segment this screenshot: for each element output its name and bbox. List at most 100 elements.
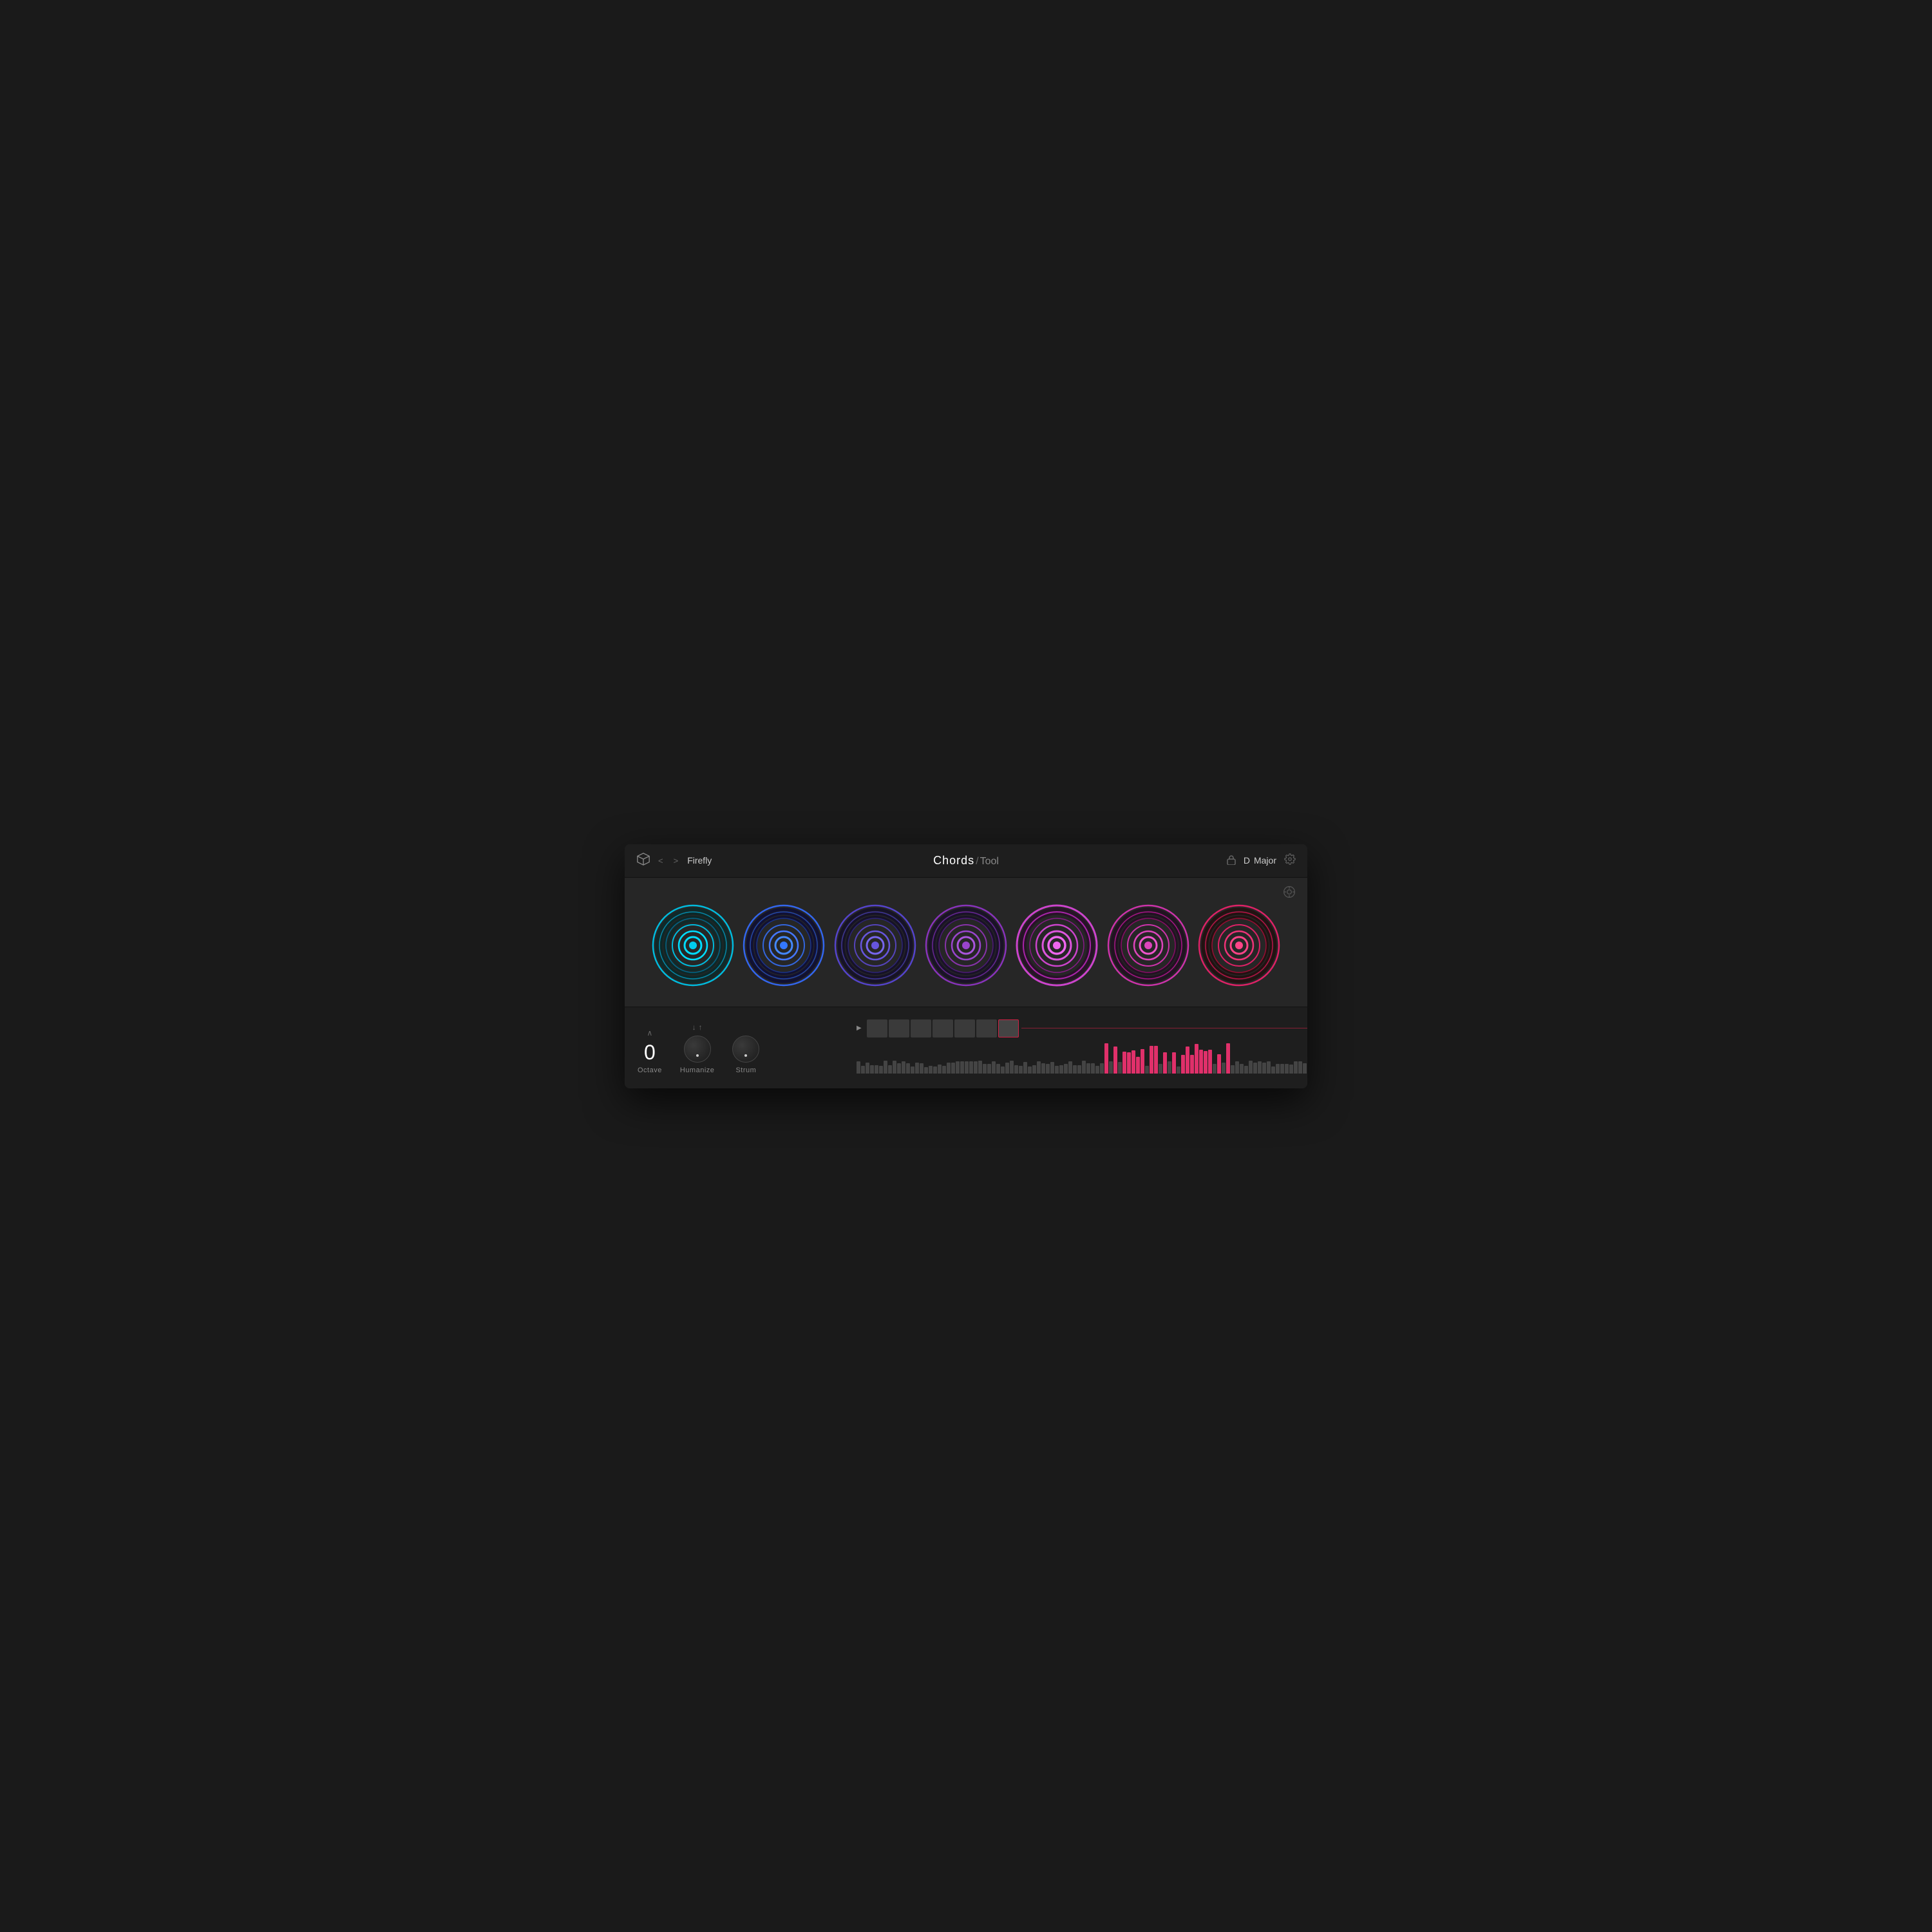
- seq-block-3[interactable]: [911, 1019, 931, 1037]
- piano-bar-12[interactable]: [911, 1066, 914, 1073]
- seq-block-4[interactable]: [933, 1019, 953, 1037]
- piano-bar-44[interactable]: [1055, 1066, 1059, 1073]
- piano-bar-67[interactable]: [1159, 1064, 1162, 1073]
- cube-icon[interactable]: [636, 852, 650, 869]
- piano-bar-35[interactable]: [1014, 1065, 1018, 1074]
- piano-bar-71[interactable]: [1177, 1066, 1180, 1073]
- piano-bar-27[interactable]: [978, 1061, 982, 1073]
- piano-bar-81[interactable]: [1222, 1063, 1226, 1073]
- piano-bar-59[interactable]: [1122, 1052, 1126, 1073]
- piano-bar-62[interactable]: [1136, 1057, 1140, 1074]
- target-icon[interactable]: [1283, 886, 1296, 902]
- piano-bar-53[interactable]: [1095, 1066, 1099, 1073]
- lock-icon[interactable]: [1227, 855, 1236, 867]
- piano-bar-38[interactable]: [1028, 1066, 1032, 1073]
- piano-bar-32[interactable]: [1001, 1066, 1005, 1073]
- piano-bar-29[interactable]: [987, 1064, 991, 1074]
- piano-bar-90[interactable]: [1262, 1063, 1266, 1073]
- piano-bar-49[interactable]: [1077, 1065, 1081, 1074]
- piano-bar-14[interactable]: [920, 1063, 923, 1074]
- piano-bar-30[interactable]: [992, 1061, 996, 1074]
- piano-bar-74[interactable]: [1190, 1055, 1194, 1074]
- piano-bar-47[interactable]: [1068, 1061, 1072, 1074]
- piano-bar-26[interactable]: [974, 1061, 978, 1073]
- piano-bar-76[interactable]: [1199, 1050, 1203, 1074]
- piano-bar-83[interactable]: [1231, 1065, 1235, 1073]
- piano-bar-39[interactable]: [1032, 1065, 1036, 1073]
- piano-bar-43[interactable]: [1050, 1062, 1054, 1073]
- piano-bar-84[interactable]: [1235, 1061, 1239, 1073]
- piano-bar-23[interactable]: [960, 1061, 964, 1074]
- piano-bar-21[interactable]: [951, 1063, 955, 1073]
- piano-bar-11[interactable]: [906, 1063, 910, 1073]
- chord-button-3[interactable]: [833, 904, 917, 987]
- piano-bar-94[interactable]: [1280, 1064, 1284, 1074]
- piano-bar-89[interactable]: [1258, 1061, 1262, 1073]
- play-icon[interactable]: ▶: [857, 1025, 862, 1032]
- piano-bar-15[interactable]: [924, 1067, 928, 1074]
- piano-bar-78[interactable]: [1208, 1050, 1212, 1074]
- piano-bar-52[interactable]: [1091, 1063, 1095, 1074]
- piano-bar-6[interactable]: [884, 1061, 887, 1073]
- piano-bar-1[interactable]: [861, 1066, 865, 1073]
- settings-icon[interactable]: [1284, 853, 1296, 868]
- piano-bar-9[interactable]: [897, 1063, 901, 1073]
- piano-bar-69[interactable]: [1168, 1061, 1171, 1073]
- piano-bar-24[interactable]: [965, 1061, 969, 1073]
- seq-block-7[interactable]: [998, 1019, 1019, 1037]
- piano-bar-77[interactable]: [1204, 1051, 1208, 1074]
- piano-bar-31[interactable]: [996, 1064, 1000, 1073]
- nav-back-button[interactable]: <: [656, 855, 666, 867]
- piano-bar-17[interactable]: [933, 1066, 937, 1074]
- piano-bar-75[interactable]: [1195, 1044, 1198, 1074]
- piano-bar-66[interactable]: [1154, 1046, 1158, 1074]
- piano-bar-37[interactable]: [1023, 1062, 1027, 1074]
- piano-bar-64[interactable]: [1145, 1066, 1149, 1073]
- humanize-knob[interactable]: [684, 1036, 711, 1063]
- piano-bar-68[interactable]: [1163, 1052, 1167, 1074]
- piano-bar-99[interactable]: [1303, 1063, 1307, 1074]
- humanize-down-arrow[interactable]: ↓: [692, 1023, 696, 1032]
- piano-bar-48[interactable]: [1073, 1065, 1077, 1073]
- piano-bar-57[interactable]: [1113, 1046, 1117, 1073]
- piano-bar-70[interactable]: [1172, 1052, 1176, 1074]
- piano-bar-18[interactable]: [938, 1065, 942, 1073]
- piano-bar-50[interactable]: [1082, 1061, 1086, 1073]
- octave-up-button[interactable]: ∧: [647, 1029, 653, 1037]
- seq-block-1[interactable]: [867, 1019, 887, 1037]
- piano-bar-25[interactable]: [969, 1061, 973, 1074]
- seq-block-5[interactable]: [954, 1019, 975, 1037]
- piano-keyboard-viz[interactable]: [857, 1043, 1307, 1074]
- piano-bar-88[interactable]: [1253, 1063, 1257, 1074]
- piano-bar-96[interactable]: [1289, 1065, 1293, 1074]
- piano-bar-85[interactable]: [1240, 1064, 1244, 1074]
- chord-button-4[interactable]: [923, 904, 1008, 987]
- piano-bar-33[interactable]: [1005, 1063, 1009, 1074]
- chord-button-7[interactable]: [1197, 904, 1282, 987]
- piano-bar-16[interactable]: [929, 1066, 933, 1074]
- piano-bar-8[interactable]: [893, 1061, 896, 1073]
- piano-bar-41[interactable]: [1041, 1063, 1045, 1073]
- piano-bar-63[interactable]: [1141, 1049, 1144, 1073]
- seq-block-2[interactable]: [889, 1019, 909, 1037]
- piano-bar-61[interactable]: [1132, 1050, 1135, 1073]
- piano-bar-80[interactable]: [1217, 1054, 1221, 1074]
- seq-block-6[interactable]: [976, 1019, 997, 1037]
- piano-bar-22[interactable]: [956, 1061, 960, 1074]
- chord-button-6[interactable]: [1106, 904, 1190, 987]
- piano-bar-19[interactable]: [942, 1066, 946, 1073]
- piano-bar-91[interactable]: [1267, 1061, 1271, 1074]
- piano-bar-56[interactable]: [1109, 1061, 1113, 1074]
- piano-bar-98[interactable]: [1298, 1061, 1302, 1074]
- piano-bar-73[interactable]: [1186, 1046, 1189, 1073]
- key-display[interactable]: D Major: [1244, 855, 1276, 866]
- piano-bar-87[interactable]: [1249, 1061, 1253, 1074]
- piano-bar-10[interactable]: [902, 1061, 905, 1073]
- piano-bar-51[interactable]: [1086, 1063, 1090, 1073]
- chord-button-5[interactable]: [1015, 904, 1099, 987]
- chord-button-1[interactable]: [650, 904, 735, 987]
- piano-bar-7[interactable]: [888, 1065, 892, 1074]
- piano-bar-54[interactable]: [1100, 1063, 1104, 1074]
- piano-bar-95[interactable]: [1285, 1064, 1289, 1073]
- piano-bar-97[interactable]: [1294, 1061, 1298, 1073]
